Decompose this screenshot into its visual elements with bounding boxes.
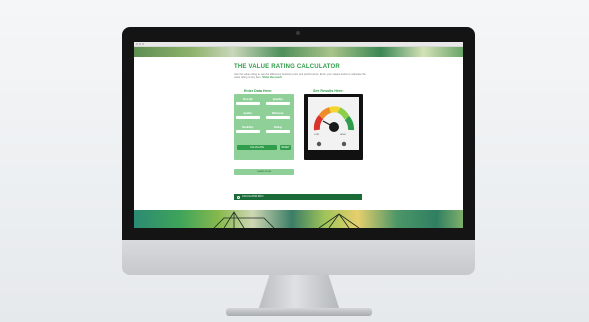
footer-banner-image bbox=[134, 210, 463, 228]
gauge-lightgreen-segment bbox=[337, 107, 350, 120]
gauge-red-segment bbox=[313, 115, 324, 131]
info-icon bbox=[237, 195, 240, 199]
header-banner bbox=[134, 47, 463, 57]
camera bbox=[296, 31, 300, 35]
field-label-price: Price ($): bbox=[242, 98, 254, 101]
field-label-efficiency: Efficiency: bbox=[271, 112, 285, 115]
gauge-orange-segment bbox=[318, 107, 332, 119]
page-title: THE VALUE RATING CALCULATOR bbox=[234, 64, 340, 70]
calculate-button[interactable]: CALCULATE bbox=[237, 145, 277, 150]
browser-close-icon[interactable] bbox=[136, 43, 138, 45]
thumb-down-icon bbox=[316, 141, 322, 147]
intro-text: Use the value rating to see the differen… bbox=[234, 73, 369, 80]
learn-more-button[interactable]: LEARN MORE bbox=[234, 169, 294, 175]
price-input[interactable] bbox=[236, 102, 260, 105]
browser-minimize-icon[interactable] bbox=[139, 43, 141, 45]
quantity-input[interactable] bbox=[266, 102, 290, 105]
monitor-chin bbox=[122, 240, 475, 275]
field-label-quality: Quality: bbox=[243, 112, 253, 115]
calculator-info-bar[interactable]: CALCULATOR INFO bbox=[234, 194, 362, 200]
results-heading: See Results Here: bbox=[313, 89, 344, 93]
bridge-illustration bbox=[213, 211, 360, 228]
result-high-label: HIGH bbox=[340, 134, 346, 136]
monitor-base bbox=[226, 308, 372, 316]
thumb-up-icon bbox=[341, 141, 347, 147]
efficiency-input[interactable] bbox=[266, 116, 290, 119]
enter-data-heading: Enter Data Here: bbox=[244, 89, 273, 93]
result-icons bbox=[316, 141, 347, 147]
field-label-durability: Durability: bbox=[242, 126, 254, 129]
results-panel: LOW HIGH bbox=[304, 94, 363, 160]
calculator-info-label: CALCULATOR INFO bbox=[242, 196, 264, 198]
field-label-quantity: Quantity: bbox=[272, 98, 284, 101]
rating-input[interactable] bbox=[266, 130, 290, 133]
monitor-stand bbox=[258, 275, 340, 311]
browser-maximize-icon[interactable] bbox=[142, 43, 144, 45]
quality-input[interactable] bbox=[236, 116, 260, 119]
intro-line-3: Show the result bbox=[262, 76, 282, 80]
gauge-yellow-segment bbox=[329, 106, 340, 113]
field-label-rating: Rating: bbox=[273, 126, 283, 129]
browser-toolbar bbox=[134, 42, 463, 47]
screen: THE VALUE RATING CALCULATOR Use the valu… bbox=[134, 42, 463, 228]
result-low-label: LOW bbox=[314, 134, 319, 136]
gauge-green-segment bbox=[344, 116, 354, 131]
value-gauge bbox=[313, 106, 354, 132]
reset-button[interactable]: RESET bbox=[280, 145, 291, 150]
durability-input[interactable] bbox=[236, 130, 260, 133]
